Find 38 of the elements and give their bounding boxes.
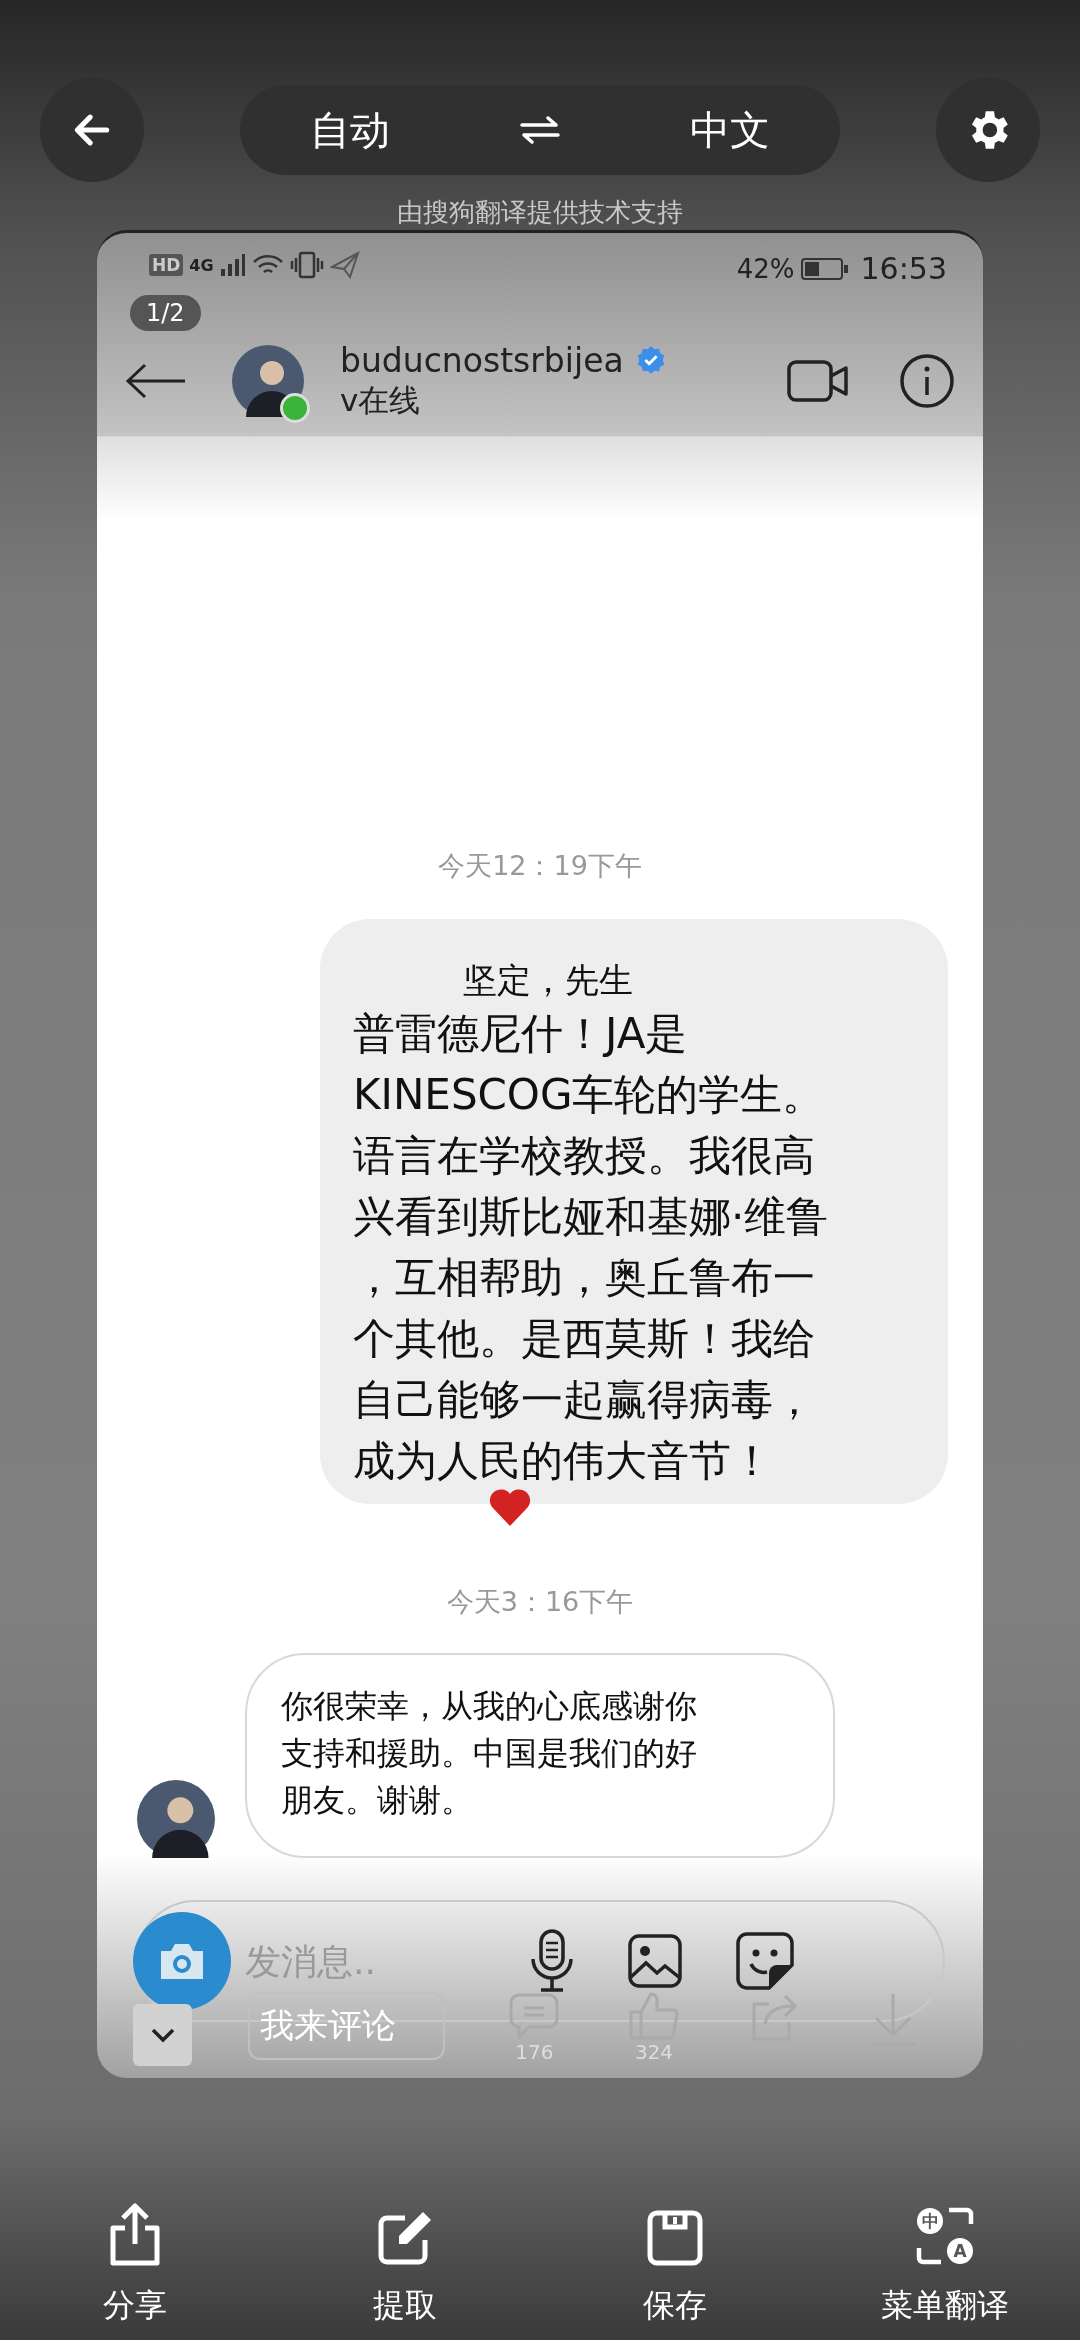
toolbar-button[interactable]: 中 A 菜单翻译 [810,2188,1080,2328]
message-text: 普雷德尼什！JA是 KINESCOG车轮的学生。 语言在学校教授。我很高 兴看到斯比娅和基娜·维鲁 ，互相帮助，奥丘鲁布一 个其他。是西莫斯！我给 自己能够一起赢得病毒， 成为人民的伟大音节！ [353,1008,830,1487]
sticker-icon[interactable] [735,1931,795,1991]
message-text: 你很荣幸，从我的心底感谢你 支持和援助。中国是我们的好 朋友。谢谢。 [281,1686,698,1821]
powered-by-text: 由搜狗翻译提供技术支持 [397,196,683,229]
timestamp: 今天12：19下午 [437,849,643,883]
toolbar-button[interactable]: 分享 [0,2188,270,2328]
info-icon[interactable] [899,353,955,409]
timestamp: 今天3：16下午 [445,1585,635,1619]
page-indicator: 1/2 [130,295,201,331]
network-label: 4G [189,255,214,275]
video-camera-icon[interactable] [787,359,849,403]
thumbs-up-icon[interactable] [627,1992,680,2040]
back-arrow-icon[interactable] [125,363,187,399]
collapse-button[interactable] [133,2004,193,2066]
save-icon [647,2210,703,2266]
source-language-button[interactable]: 自动 [300,98,400,162]
swap-icon[interactable] [520,115,560,145]
signal-icon [219,253,246,277]
toolbar-button[interactable]: 提取 [270,2188,540,2328]
chevron-down-icon [149,2027,176,2043]
vibrate-icon [289,251,324,279]
hd-label: HD [149,254,184,276]
avatar[interactable] [232,345,304,417]
toolbar-button[interactable]: 保存 [540,2188,810,2328]
send-icon [329,251,360,279]
edit-icon [377,2210,433,2266]
message-input[interactable]: 发消息.. [243,1939,477,1983]
message-greeting: 坚定，先生 [463,959,634,1002]
target-language-button[interactable]: 中文 [680,98,780,162]
share-icon [109,2202,161,2266]
online-status: v在线 [340,380,422,420]
microphone-icon[interactable] [529,1929,575,1993]
username: buducnostsrbijea [340,340,624,380]
battery-percent: 42% [736,253,795,284]
image-icon[interactable] [627,1933,683,1989]
battery-icon [800,256,849,281]
clock: 16:53 [860,251,947,286]
